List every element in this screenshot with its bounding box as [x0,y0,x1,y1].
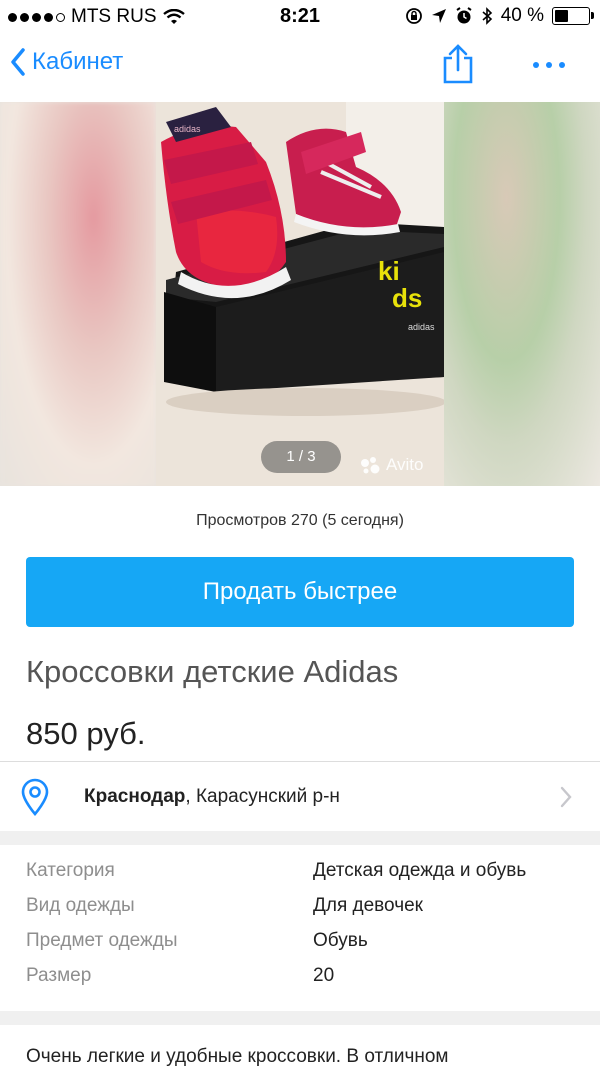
alarm-icon [456,7,472,24]
param-key: Размер [26,965,92,986]
location-arrow-icon [431,9,446,23]
more-dot [546,62,552,68]
photo-gallery[interactable]: ki ds adidas adidas 1 / 3 Avito [0,102,600,486]
param-value: Детская одежда и обувь [313,860,527,881]
main-photo[interactable]: ki ds adidas adidas [156,102,444,486]
next-photo-preview[interactable] [444,102,600,486]
battery-level [555,10,568,22]
more-dot [533,62,539,68]
chevron-left-icon [11,48,25,76]
battery-icon [552,7,594,25]
location-text: Краснодар, Карасунский р-н [84,786,340,808]
more-options-button[interactable] [533,62,565,68]
listing-parameters: Категория Детская одежда и обувь Вид оде… [26,860,586,1000]
param-row: Размер 20 [26,965,586,1000]
location-city: Краснодар [84,786,186,807]
avito-watermark: Avito [360,455,424,475]
param-key: Предмет одежды [26,930,178,951]
listing-price: 850 руб. [26,716,146,751]
watermark-text: Avito [386,455,424,474]
more-dot [559,62,565,68]
param-row: Категория Детская одежда и обувь [26,860,586,895]
rotation-lock-icon [405,8,422,24]
navigation-bar: Кабинет [0,34,600,102]
svg-text:adidas: adidas [174,124,201,134]
status-bar-right: 40 % [405,5,594,27]
photo-counter: 1 / 3 [261,441,341,473]
svg-text:adidas: adidas [408,322,435,332]
param-key: Категория [26,860,115,881]
previous-photo-preview[interactable] [0,102,156,486]
listing-description: Очень легкие и удобные кроссовки. В отли… [26,1046,449,1067]
location-district: , Карасунский р-н [185,786,340,807]
product-photo: ki ds adidas adidas [156,102,444,486]
svg-text:ki: ki [378,256,400,286]
location-row[interactable]: Краснодар, Карасунский р-н [0,762,600,830]
share-button[interactable] [440,44,476,89]
param-value: Для девочек [313,895,423,916]
param-value: 20 [313,965,335,986]
sell-faster-button[interactable]: Продать быстрее [26,557,574,627]
listing-title: Кроссовки детские Adidas [26,654,399,689]
share-icon [443,44,473,84]
avito-logo-icon [361,457,380,474]
section-separator [0,831,600,845]
param-key: Вид одежды [26,895,135,916]
svg-text:ds: ds [392,283,422,313]
location-pin-icon [21,778,49,816]
bluetooth-icon [482,7,492,25]
battery-percent: 40 % [500,5,544,26]
status-bar: MTS RUS 8:21 40 % [0,0,600,34]
section-separator [0,1011,600,1025]
param-row: Вид одежды Для девочек [26,895,586,930]
back-button[interactable]: Кабинет [10,48,123,76]
chevron-right-icon [560,786,572,808]
views-counter: Просмотров 270 (5 сегодня) [196,512,404,529]
back-button-label: Кабинет [32,48,124,75]
param-value: Обувь [313,930,368,951]
param-row: Предмет одежды Обувь [26,930,586,965]
